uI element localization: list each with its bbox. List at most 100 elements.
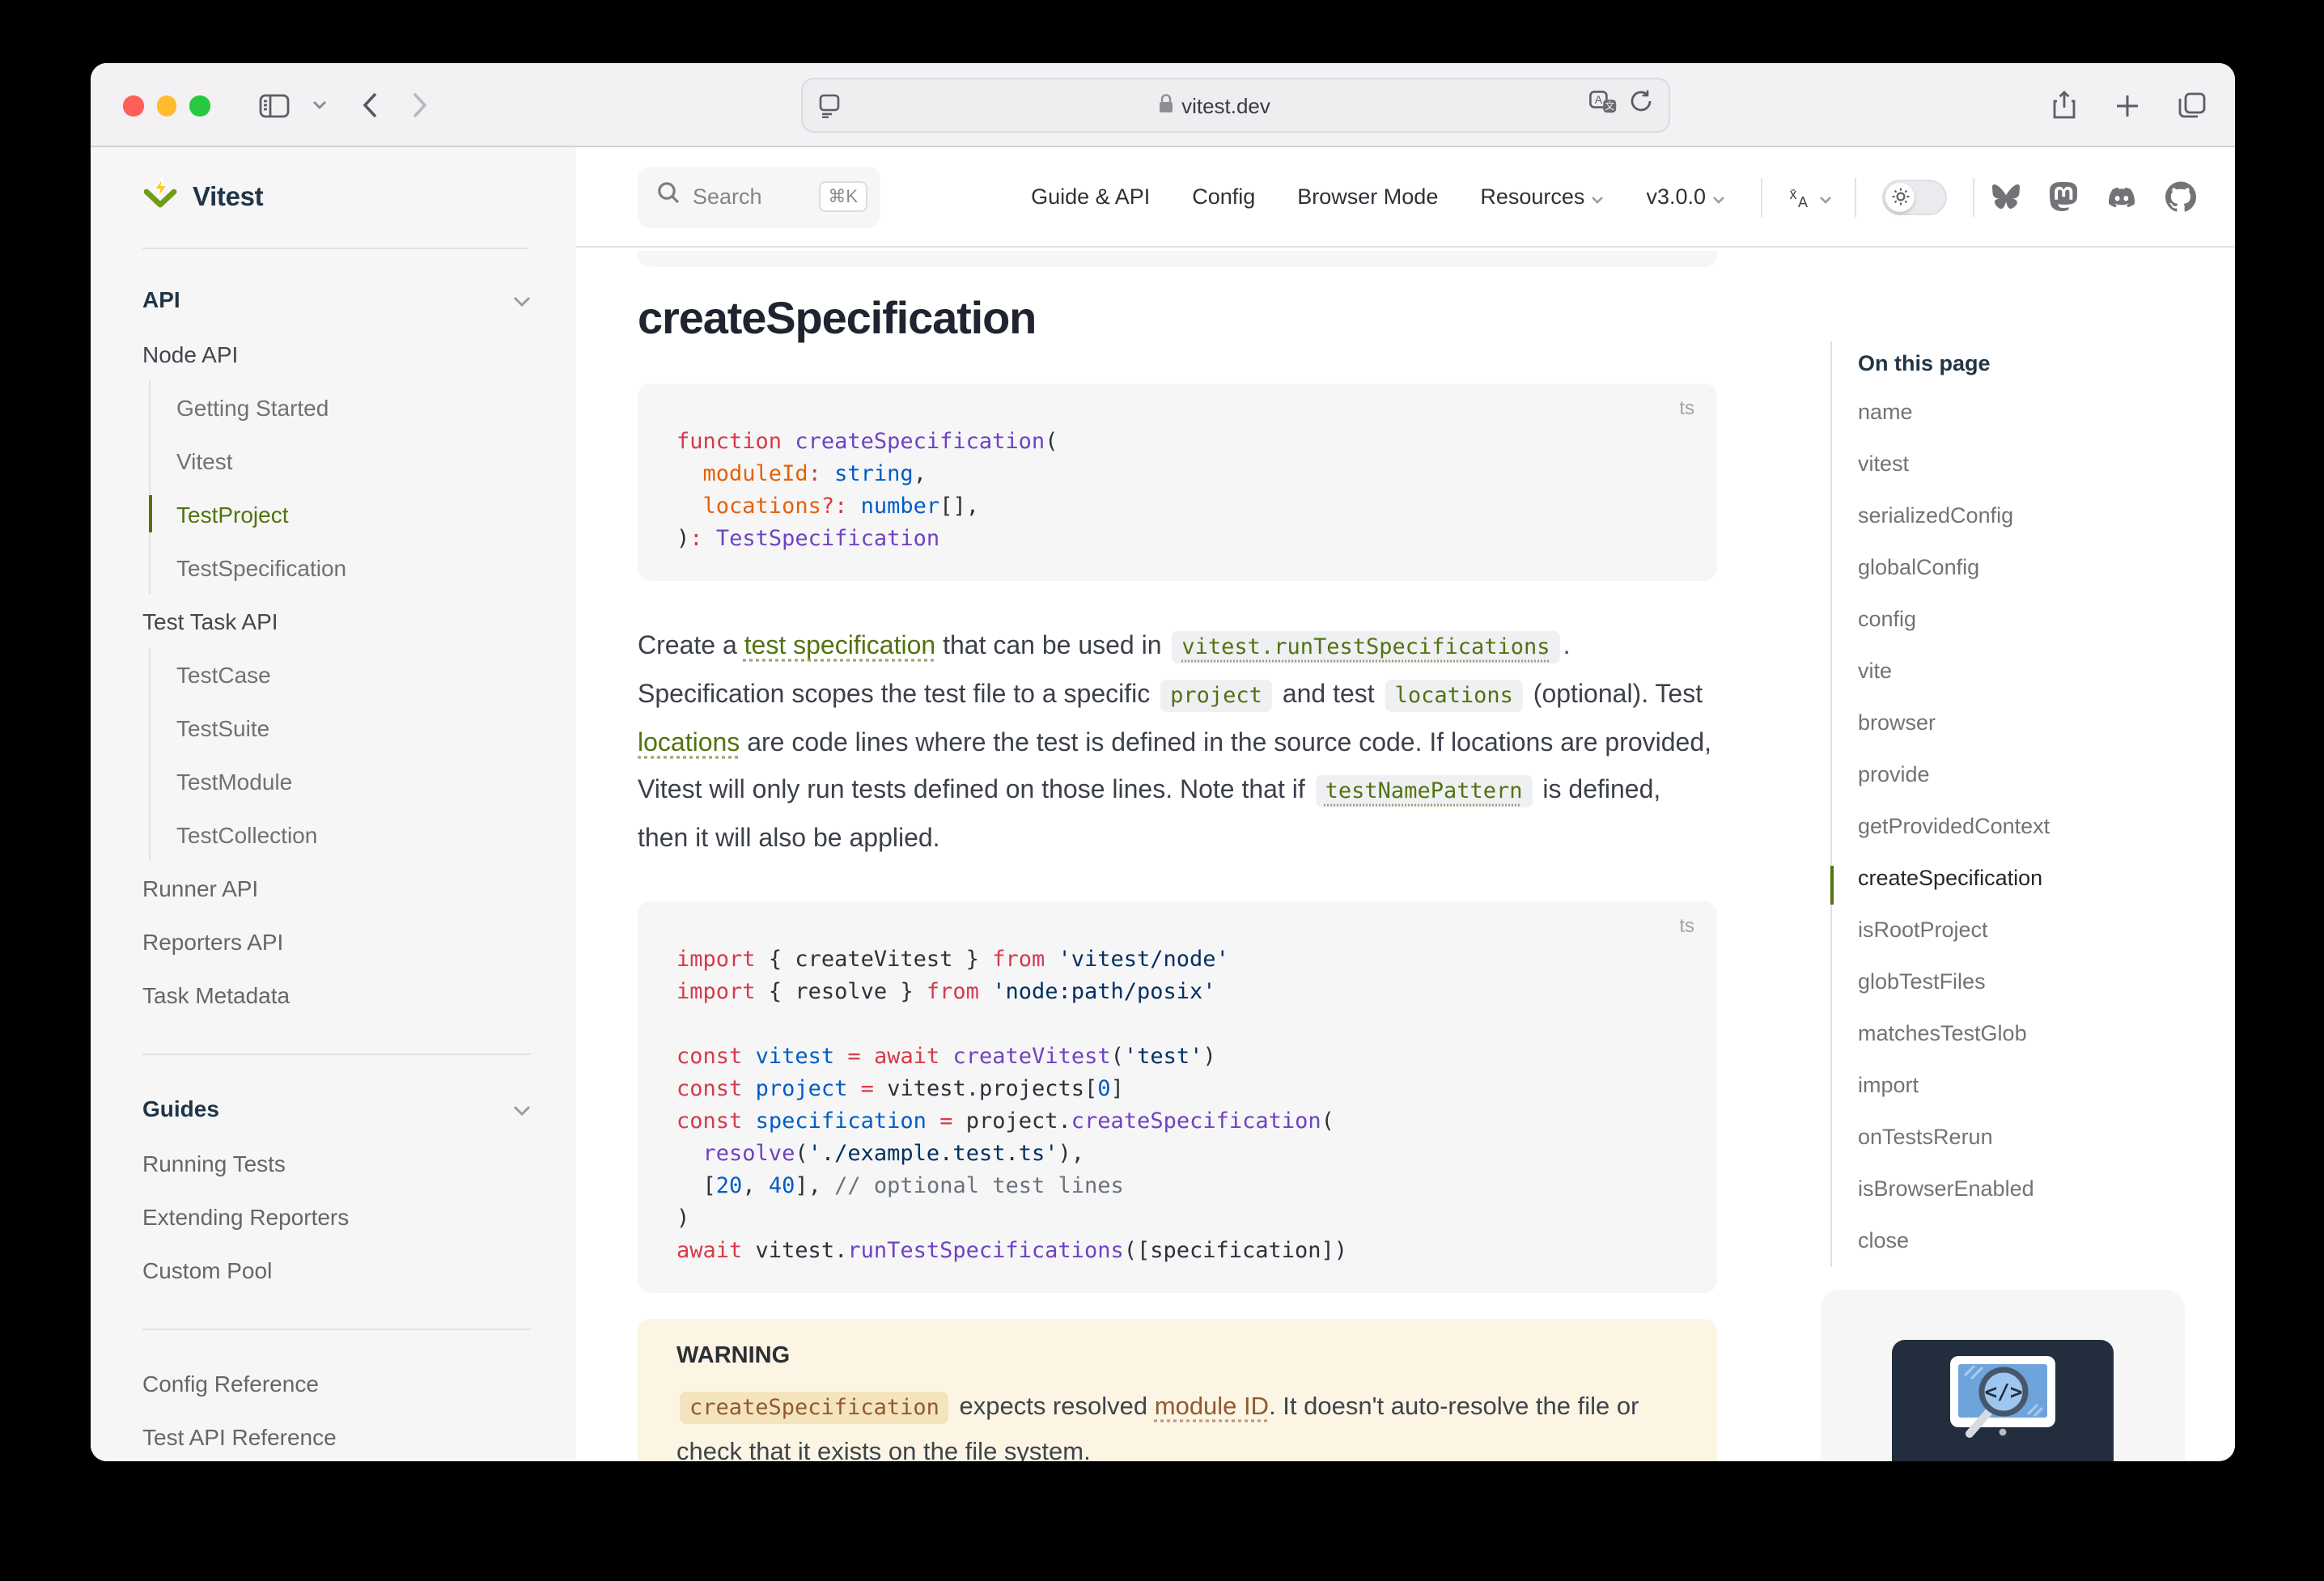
sidebar-item-testsuite[interactable]: TestSuite — [176, 701, 531, 754]
inline-link[interactable]: locations — [638, 730, 740, 757]
svg-text:</>: </> — [1985, 1380, 2023, 1405]
sun-icon — [1885, 182, 1915, 211]
search-label: Search — [693, 184, 805, 209]
outline-item-vite[interactable]: vite — [1858, 646, 2235, 697]
outline-item-config[interactable]: config — [1858, 594, 2235, 646]
zoom-button[interactable] — [189, 95, 210, 116]
search-button[interactable]: Search ⌘K — [638, 166, 880, 227]
code-line: await vitest.runTestSpecifications([spec… — [676, 1235, 1678, 1267]
discord-icon[interactable] — [2106, 184, 2138, 210]
traffic-lights — [123, 95, 210, 116]
svg-text:x̄: x̄ — [1790, 186, 1797, 202]
sidebar-item-runner-api[interactable]: Runner API — [142, 861, 531, 914]
sidebar-section-guides[interactable]: Guides — [142, 1081, 531, 1136]
sidebar-item-test-api-reference[interactable]: Test API Reference — [142, 1409, 531, 1461]
minimize-button[interactable] — [156, 95, 176, 116]
page-title: createSpecification — [638, 293, 1782, 345]
outline-item-getprovidedcontext[interactable]: getProvidedContext — [1858, 801, 2235, 853]
outline-item-globtestfiles[interactable]: globTestFiles — [1858, 956, 2235, 1008]
sidebar-toggle-icon[interactable] — [259, 93, 290, 117]
language-menu[interactable]: x̄ A — [1785, 184, 1832, 209]
code-line — [676, 1008, 1678, 1041]
nav-dropdown-v3-0-0[interactable]: v3.0.0 — [1646, 184, 1725, 209]
sidebar-section-label: API — [142, 286, 180, 312]
code-line: ): TestSpecification — [676, 523, 1678, 555]
outline-item-isrootproject[interactable]: isRootProject — [1858, 905, 2235, 956]
chevron-down-icon — [513, 286, 531, 312]
github-icon[interactable] — [2165, 181, 2196, 212]
new-tab-icon[interactable] — [2115, 93, 2140, 117]
search-shortcut: ⌘K — [818, 181, 867, 212]
chevron-down-icon[interactable] — [312, 100, 327, 110]
inline-code-link[interactable]: vitest.runTestSpecifications — [1172, 631, 1559, 663]
sidebar: Vitest APINode APIGetting StartedVitestT… — [91, 147, 576, 1460]
sponsor-illustration: </> — [1892, 1340, 2114, 1461]
sidebar-item-getting started[interactable]: Getting Started — [176, 380, 531, 434]
sidebar-section-label: Guides — [142, 1096, 219, 1121]
nav-link-config[interactable]: Config — [1192, 184, 1255, 209]
code-line: moduleId: string, — [676, 458, 1678, 490]
nav-link-browser-mode[interactable]: Browser Mode — [1297, 184, 1438, 209]
sidebar-item-testcase[interactable]: TestCase — [176, 647, 531, 701]
brand-title[interactable]: Vitest — [193, 182, 263, 213]
nav-dropdown-resources[interactable]: Resources — [1480, 184, 1604, 209]
previous-codeblock-edge — [638, 251, 1717, 267]
outline-item-ontestsrerun[interactable]: onTestsRerun — [1858, 1112, 2235, 1163]
browser-toolbar: vitest.dev A 文 — [91, 63, 2235, 147]
chevron-down-icon — [1591, 184, 1604, 209]
code-line: ) — [676, 1202, 1678, 1235]
back-icon[interactable] — [363, 92, 377, 118]
theme-toggle[interactable] — [1882, 179, 1947, 214]
outline-item-close[interactable]: close — [1858, 1215, 2235, 1267]
sidebar-item-testcollection[interactable]: TestCollection — [176, 807, 531, 861]
mastodon-icon[interactable] — [2049, 181, 2078, 212]
tab-overview-icon[interactable] — [2178, 92, 2206, 118]
sidebar-item-testmodule[interactable]: TestModule — [176, 754, 531, 807]
inline-link[interactable]: test specification — [744, 633, 936, 660]
share-icon[interactable] — [2052, 91, 2076, 120]
reload-icon[interactable] — [1630, 89, 1652, 121]
outline-item-name[interactable]: name — [1858, 387, 2235, 439]
outline-item-browser[interactable]: browser — [1858, 697, 2235, 749]
code-line: import { createVitest } from 'vitest/nod… — [676, 943, 1678, 976]
url-bar[interactable]: vitest.dev A 文 — [801, 78, 1670, 133]
outline-item-vitest[interactable]: vitest — [1858, 439, 2235, 490]
sidebar-item-node-api[interactable]: Node API — [142, 327, 531, 380]
sidebar-item-custom-pool[interactable]: Custom Pool — [142, 1243, 531, 1296]
svg-text:A: A — [1798, 194, 1808, 209]
sidebar-section-api[interactable]: API — [142, 272, 531, 327]
sidebar-item-running-tests[interactable]: Running Tests — [142, 1136, 531, 1189]
sidebar-item-test-task-api[interactable]: Test Task API — [142, 594, 531, 647]
sidebar-item-testspecification[interactable]: TestSpecification — [176, 540, 531, 594]
svg-text:A: A — [1595, 92, 1603, 105]
outline-item-import[interactable]: import — [1858, 1060, 2235, 1112]
sidebar-item-task-metadata[interactable]: Task Metadata — [142, 968, 531, 1021]
outline-item-globalconfig[interactable]: globalConfig — [1858, 542, 2235, 594]
sponsor-card[interactable]: </> — [1821, 1290, 2185, 1461]
outline-item-serializedconfig[interactable]: serializedConfig — [1858, 490, 2235, 542]
sidebar-item-extending-reporters[interactable]: Extending Reporters — [142, 1189, 531, 1243]
sidebar-item-reporters-api[interactable]: Reporters API — [142, 914, 531, 968]
warning-callout: WARNING createSpecification expects reso… — [638, 1319, 1717, 1461]
inline-code-link[interactable]: testNamePattern — [1316, 775, 1533, 807]
sidebar-nav: API Node APIGetting StartedVitestTestProj… — [91, 249, 576, 1461]
sidebar-item-vitest[interactable]: Vitest — [176, 434, 531, 487]
close-button[interactable] — [123, 95, 143, 116]
forward-icon[interactable] — [413, 92, 427, 118]
page-settings-icon[interactable] — [819, 93, 840, 117]
nav-link-guide-api[interactable]: Guide & API — [1031, 184, 1150, 209]
sidebar-item-config-reference[interactable]: Config Reference — [142, 1356, 531, 1409]
translate-icon[interactable]: A 文 — [1589, 90, 1617, 121]
sidebar-item-testproject[interactable]: TestProject — [176, 487, 531, 540]
outline-item-matchestestglob[interactable]: matchesTestGlob — [1858, 1008, 2235, 1060]
site-header: Search ⌘K Guide & API Config Browser Mode R… — [576, 147, 2235, 248]
outline-item-provide[interactable]: provide — [1858, 749, 2235, 801]
bluesky-icon[interactable] — [1991, 183, 2021, 210]
outline-item-createspecification[interactable]: createSpecification — [1858, 853, 2235, 905]
outline-item-isbrowserenabled[interactable]: isBrowserEnabled — [1858, 1163, 2235, 1215]
inline-code: locations — [1385, 680, 1523, 712]
inline-link[interactable]: module ID — [1155, 1393, 1269, 1421]
code-line: const project = vitest.projects[0] — [676, 1073, 1678, 1105]
search-icon — [657, 181, 680, 212]
code-line: [20, 40], // optional test lines — [676, 1170, 1678, 1202]
